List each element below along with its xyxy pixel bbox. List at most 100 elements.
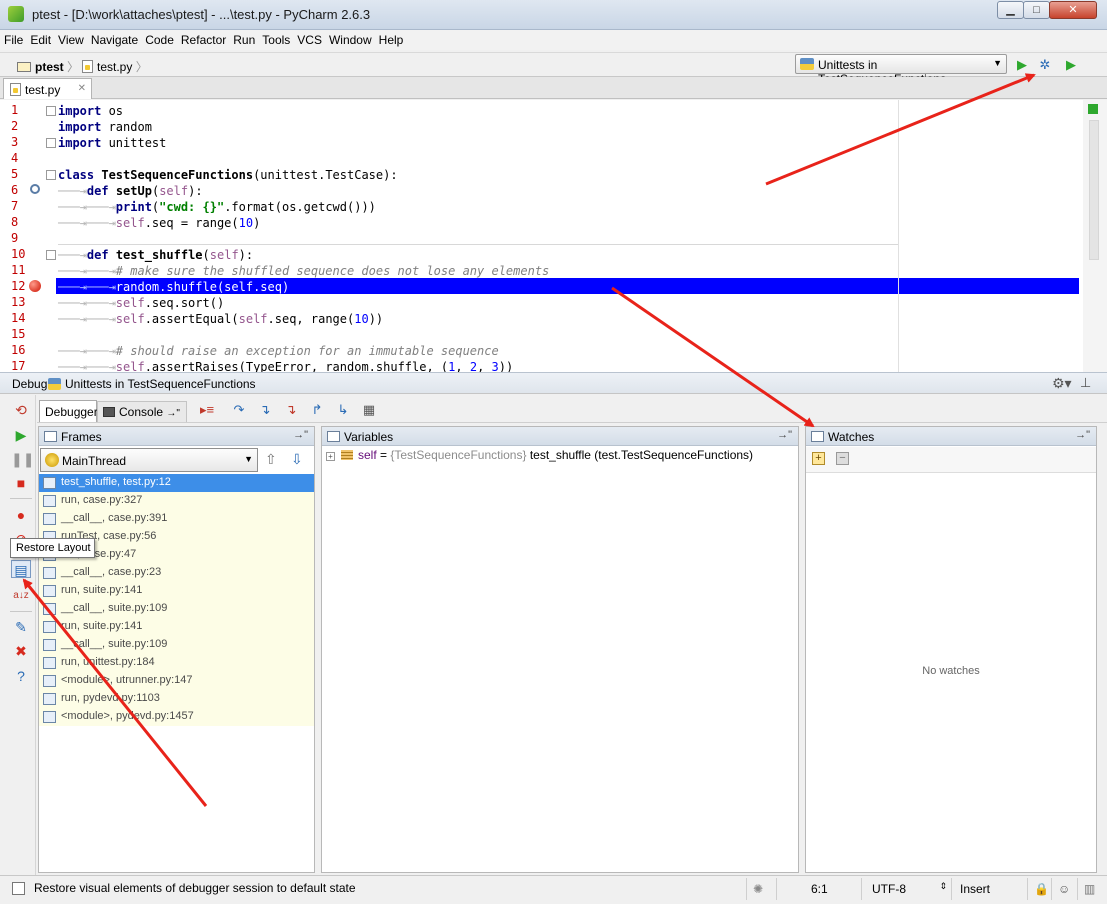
restore-panel-icon[interactable]: →" [1075, 429, 1090, 441]
fold-marker-icon[interactable] [46, 106, 56, 116]
frame-row[interactable]: test_shuffle, test.py:12 [39, 474, 314, 492]
restore-panel-icon[interactable]: →" [777, 429, 792, 441]
override-method-icon[interactable] [30, 184, 40, 194]
run-configuration-select[interactable]: Unittests in TestSequenceFunctions ▼ [795, 54, 1007, 86]
frames-panel: Frames →" MainThread ▼ ⇧ ⇩ test_shuffle,… [38, 426, 315, 873]
tab-debugger[interactable]: Debugger [39, 400, 98, 422]
line-number: 14 [11, 311, 26, 325]
frame-row[interactable]: run, suite.py:141 [39, 618, 314, 636]
run-with-coverage-icon[interactable]: ▶ [1062, 56, 1080, 74]
editor-gutter[interactable]: 1 2 3 4 5 6 7 8 9 10 11 12 13 14 15 16 1… [0, 100, 56, 372]
editor-tabs: test.py ✕ [0, 77, 1107, 99]
help-icon[interactable]: ? [11, 667, 31, 685]
frame-row[interactable]: run, case.py:327 [39, 492, 314, 510]
debug-icon[interactable]: ✲ [1036, 56, 1054, 74]
menu-file[interactable]: File [0, 30, 26, 47]
menu-help[interactable]: Help [375, 30, 407, 47]
maximize-button[interactable]: □ [1023, 1, 1050, 19]
evaluate-expression-icon[interactable]: ▦ [359, 401, 379, 419]
debug-config-tab[interactable]: Unittests in TestSequenceFunctions [48, 377, 256, 391]
step-over-icon[interactable]: ↷ [229, 401, 249, 419]
close-icon[interactable]: ✖ [11, 642, 31, 660]
remove-watch-icon[interactable]: − [836, 452, 849, 465]
background-tasks-icon[interactable]: ✺ [746, 878, 776, 900]
folder-icon [17, 62, 31, 72]
force-step-into-icon[interactable]: ↴ [281, 401, 301, 419]
close-window-button[interactable]: ✕ [1049, 1, 1097, 19]
menu-tools[interactable]: Tools [258, 30, 293, 47]
sort-alphabetically-icon[interactable]: a↓z [11, 587, 31, 605]
resume-icon[interactable]: ▶ [11, 426, 31, 444]
frame-label: run, suite.py:141 [61, 584, 143, 596]
menu-code[interactable]: Code [141, 30, 177, 47]
menu-navigate[interactable]: Navigate [87, 30, 141, 47]
previous-frame-icon[interactable]: ⇧ [265, 451, 277, 468]
frame-row[interactable]: __call__, suite.py:109 [39, 600, 314, 618]
tab-test-py[interactable]: test.py ✕ [3, 78, 92, 99]
hide-panel-icon[interactable]: ⊥ [1080, 375, 1091, 391]
stop-icon[interactable]: ■ [11, 474, 31, 492]
menu-edit[interactable]: Edit [26, 30, 54, 47]
minimize-button[interactable]: ▁ [997, 1, 1024, 19]
frame-row[interactable]: <module>, utrunner.py:147 [39, 672, 314, 690]
fold-marker-icon[interactable] [46, 138, 56, 148]
code-line: ───⇥───⇥self.seq = range(10) [58, 216, 261, 230]
frame-row[interactable]: run, suite.py:141 [39, 582, 314, 600]
toggle-tool-windows-icon[interactable] [12, 882, 25, 895]
inspector-icon[interactable]: ☺ [1051, 878, 1077, 900]
menu-window[interactable]: Window [325, 30, 375, 47]
file-encoding[interactable]: UTF-8 ⇕ [861, 878, 951, 900]
run-icon[interactable]: ▶ [1013, 56, 1031, 74]
view-breakpoints-icon[interactable]: ● [11, 506, 31, 524]
variable-row[interactable]: + self = {TestSequenceFunctions} test_shu… [326, 448, 753, 462]
memory-icon[interactable]: ▥ [1077, 878, 1105, 900]
inspection-ok-icon [1088, 104, 1098, 114]
frame-label: <module>, pydevd.py:1457 [61, 710, 194, 722]
stack-frame-icon [43, 675, 56, 687]
pause-icon[interactable]: ❚❚ [11, 450, 34, 468]
caret-position[interactable]: 6:1 [776, 878, 861, 900]
breadcrumb-file[interactable]: test.py 〉 [82, 58, 148, 75]
tab-console-label: Console [119, 405, 164, 419]
scrollbar-thumb[interactable] [1089, 120, 1099, 260]
frame-row[interactable]: run, pydevd.py:1103 [39, 690, 314, 708]
fold-marker-icon[interactable] [46, 170, 56, 180]
expand-icon[interactable]: + [326, 452, 335, 461]
menu-vcs[interactable]: VCS [293, 30, 325, 47]
frame-row[interactable]: <module>, pydevd.py:1457 [39, 708, 314, 726]
tab-console[interactable]: Console →" [97, 401, 187, 422]
breadcrumb-project[interactable]: ptest 〉 [17, 58, 79, 75]
line-number: 15 [11, 327, 26, 341]
fold-marker-icon[interactable] [46, 250, 56, 260]
restore-layout-icon[interactable]: ▤ [11, 560, 31, 578]
pin-icon[interactable]: ✎ [11, 618, 31, 636]
no-watches-text: No watches [922, 665, 980, 677]
run-to-cursor-icon[interactable]: ↳ [333, 401, 353, 419]
menu-run[interactable]: Run [229, 30, 258, 47]
lock-icon[interactable]: 🔒 [1027, 878, 1051, 900]
status-bar: Restore visual elements of debugger sess… [0, 875, 1107, 904]
menu-view[interactable]: View [54, 30, 87, 47]
show-execution-point-icon[interactable]: ▸≡ [197, 401, 217, 419]
step-into-icon[interactable]: ↴ [255, 401, 275, 419]
frame-row[interactable]: __call__, case.py:23 [39, 564, 314, 582]
frame-row[interactable]: run, unittest.py:184 [39, 654, 314, 672]
gear-icon[interactable]: ⚙▾ [1052, 375, 1072, 392]
frame-row[interactable]: __call__, suite.py:109 [39, 636, 314, 654]
menu-refactor[interactable]: Refactor [177, 30, 229, 47]
restore-panel-icon[interactable]: →" [293, 429, 308, 441]
code-editor[interactable]: 1 2 3 4 5 6 7 8 9 10 11 12 13 14 15 16 1… [0, 100, 1107, 372]
editor-scrollbar[interactable] [1083, 100, 1107, 372]
variables-icon [327, 431, 340, 442]
add-watch-icon[interactable]: + [812, 452, 825, 465]
insert-mode[interactable]: Insert [951, 878, 1027, 900]
thread-select[interactable]: MainThread ▼ [40, 448, 258, 472]
next-frame-icon[interactable]: ⇩ [291, 451, 303, 468]
watches-panel: Watches →" + − No watches [805, 426, 1097, 873]
step-out-icon[interactable]: ↱ [307, 401, 327, 419]
rerun-icon[interactable]: ⟲ [11, 401, 31, 419]
breakpoint-icon[interactable] [29, 280, 41, 292]
frame-row[interactable]: __call__, case.py:391 [39, 510, 314, 528]
python-file-icon [82, 60, 93, 73]
close-tab-icon[interactable]: ✕ [78, 83, 86, 94]
